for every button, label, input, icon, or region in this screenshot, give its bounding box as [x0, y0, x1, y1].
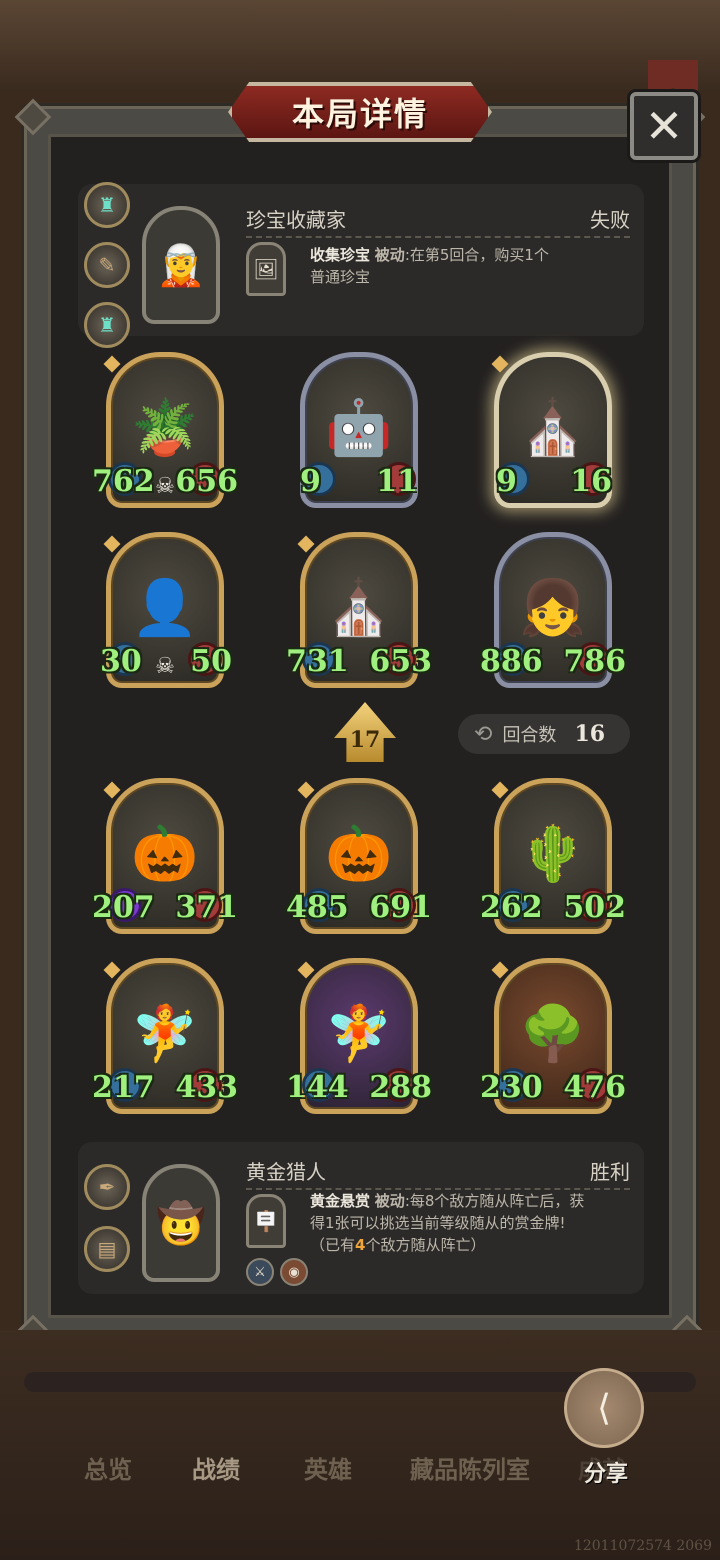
close-button[interactable]: ✕: [630, 92, 698, 160]
goblin-collector-portrait[interactable]: 🧝: [142, 206, 220, 324]
attack-value: 30: [100, 644, 142, 679]
attack-value: 762: [92, 464, 155, 499]
health-value: 288: [369, 1070, 432, 1105]
player-result: 胜利: [590, 1160, 630, 1184]
health-value: 656: [175, 464, 238, 499]
skill-desc: :在第5回合，购买1个: [404, 246, 549, 264]
plant-monster-art: 🪴: [131, 396, 199, 459]
attack-value: 886: [480, 644, 543, 679]
turn-counter: ⟲ 回合数 16: [458, 714, 630, 754]
robot-knight-art: 🤖: [325, 396, 393, 459]
share-label: 分享: [584, 1462, 629, 1487]
progress-prefix: （已有: [310, 1236, 356, 1254]
share-button[interactable]: ⟨: [564, 1368, 644, 1448]
health-value: 50: [190, 644, 232, 679]
bounty-hunter-portrait[interactable]: 🤠: [142, 1164, 220, 1282]
skill-desc: 普通珍宝: [310, 268, 371, 286]
skill-icon[interactable]: 🖼: [246, 242, 286, 296]
feather-icon[interactable]: ✒: [84, 1164, 130, 1210]
game-id: 12011072574 2069: [573, 1538, 712, 1554]
attack-value: 9: [496, 464, 517, 499]
skill-icon[interactable]: 🪧: [246, 1194, 286, 1248]
tab-records[interactable]: 战绩: [192, 1450, 240, 1485]
enemy-card-6[interactable]: 👧 886 786: [480, 532, 626, 688]
skill-type: 被动: [374, 1192, 405, 1210]
attack-value: 230: [480, 1070, 543, 1105]
opponent-hero-panel: ♜ ✎ ♜ 🧝 珍宝收藏家 失败 🖼 收集珍宝 被动:在第5回合，购买1个 普通…: [78, 182, 644, 348]
health-value: 476: [563, 1070, 626, 1105]
refresh-icon: ⟲: [474, 721, 493, 747]
scroll-icon[interactable]: ✎: [84, 242, 130, 288]
player-skill-text: 黄金悬赏 被动:每8个敌方随从阵亡后，获 得1张可以挑选当前等级随从的赏金牌! …: [310, 1190, 646, 1256]
attack-value: 207: [92, 890, 155, 925]
purple-girl-art: 👧: [519, 576, 587, 639]
enemy-card-2[interactable]: 🤖 9 11: [300, 352, 418, 508]
health-value: 371: [175, 890, 238, 925]
health-value: 653: [369, 644, 432, 679]
teal-lantern-icon[interactable]: ♜: [84, 182, 130, 228]
shadow-reaper-art: 👤: [131, 576, 199, 639]
health-value: 11: [376, 464, 418, 499]
enemy-card-3[interactable]: ⛪ 9 16: [491, 352, 612, 508]
skull-icon: ☠: [155, 654, 175, 679]
player-card-3[interactable]: 🌵 262 502: [480, 778, 626, 934]
player-hero-panel: ✒ ▤ 🤠 黄金猎人 胜利 🪧 黄金悬赏 被动:每8个敌方随从阵亡后，获 得1张…: [78, 1142, 644, 1294]
opponent-result: 失败: [590, 208, 630, 232]
progress-count: 4: [355, 1236, 366, 1254]
attack-value: 485: [286, 890, 349, 925]
book-icon[interactable]: ▤: [84, 1226, 130, 1272]
player-card-2[interactable]: 🎃 485 691: [286, 778, 432, 934]
health-value: 691: [369, 890, 432, 925]
turn-label: 回合数: [502, 725, 557, 746]
player-card-5[interactable]: 🧚 144 288: [286, 958, 432, 1114]
progress-suffix: 个敌方随从阵亡）: [365, 1236, 486, 1254]
skill-type: 被动: [374, 246, 405, 264]
teal-lantern-icon[interactable]: ♜: [84, 302, 130, 348]
tab-collection[interactable]: 藏品陈列室: [410, 1450, 530, 1485]
attack-value: 217: [92, 1070, 155, 1105]
health-value: 433: [175, 1070, 238, 1105]
flower-elf-art: 🧚: [325, 1002, 393, 1065]
enemy-card-4[interactable]: 👤 ☠ 30 50: [100, 532, 232, 688]
attack-value: 144: [286, 1070, 349, 1105]
health-value: 16: [570, 464, 612, 499]
health-value: 502: [563, 890, 626, 925]
turn-value: 16: [574, 721, 606, 747]
tree-golem-art: 🌳: [519, 1002, 587, 1065]
attack-value: 731: [286, 644, 349, 679]
opponent-skill-text: 收集珍宝 被动:在第5回合，购买1个 普通珍宝: [310, 244, 630, 288]
divider: [246, 236, 630, 238]
enemy-card-5[interactable]: ⛪ 731 653: [286, 532, 432, 688]
tier-value: 17: [349, 727, 381, 753]
nun-art: ⛪: [519, 396, 587, 459]
background-top: [0, 0, 720, 90]
skill-desc: 得1张可以挑选当前等级随从的赏金牌!: [310, 1214, 566, 1232]
flower-elf-art: 🧚: [131, 1002, 199, 1065]
tab-heroes[interactable]: 英雄: [304, 1450, 352, 1485]
attack-value: 262: [480, 890, 543, 925]
attack-value: 9: [300, 464, 321, 499]
share-icon: ⟨: [596, 1387, 612, 1429]
coin-badge-icon[interactable]: ◉: [280, 1258, 308, 1286]
close-icon: ✕: [644, 99, 684, 153]
pumpkin-monster-art: 🎃: [131, 822, 199, 885]
player-card-6[interactable]: 🌳 230 476: [480, 958, 626, 1114]
tab-overview[interactable]: 总览: [84, 1450, 132, 1485]
page-title: 本局详情: [291, 95, 428, 133]
cactus-art: 🌵: [519, 822, 587, 885]
nun-art: ⛪: [325, 576, 393, 639]
health-value: 786: [563, 644, 626, 679]
sword-badge-icon[interactable]: ⚔: [246, 1258, 274, 1286]
enemy-card-1[interactable]: 🪴 ☠ 762 656: [92, 352, 238, 508]
player-card-1[interactable]: 🎃 207 371: [92, 778, 238, 934]
skill-name: 收集珍宝: [310, 246, 371, 264]
title-plaque: 本局详情: [228, 82, 492, 142]
skill-desc: :每8个敌方随从阵亡后，获: [404, 1192, 585, 1210]
player-card-4[interactable]: 🧚 217 433: [92, 958, 238, 1114]
player-hero-name: 黄金猎人: [246, 1160, 326, 1184]
opponent-hero-name: 珍宝收藏家: [246, 208, 346, 232]
skill-name: 黄金悬赏: [310, 1192, 371, 1210]
pumpkin-monster-art: 🎃: [325, 822, 393, 885]
